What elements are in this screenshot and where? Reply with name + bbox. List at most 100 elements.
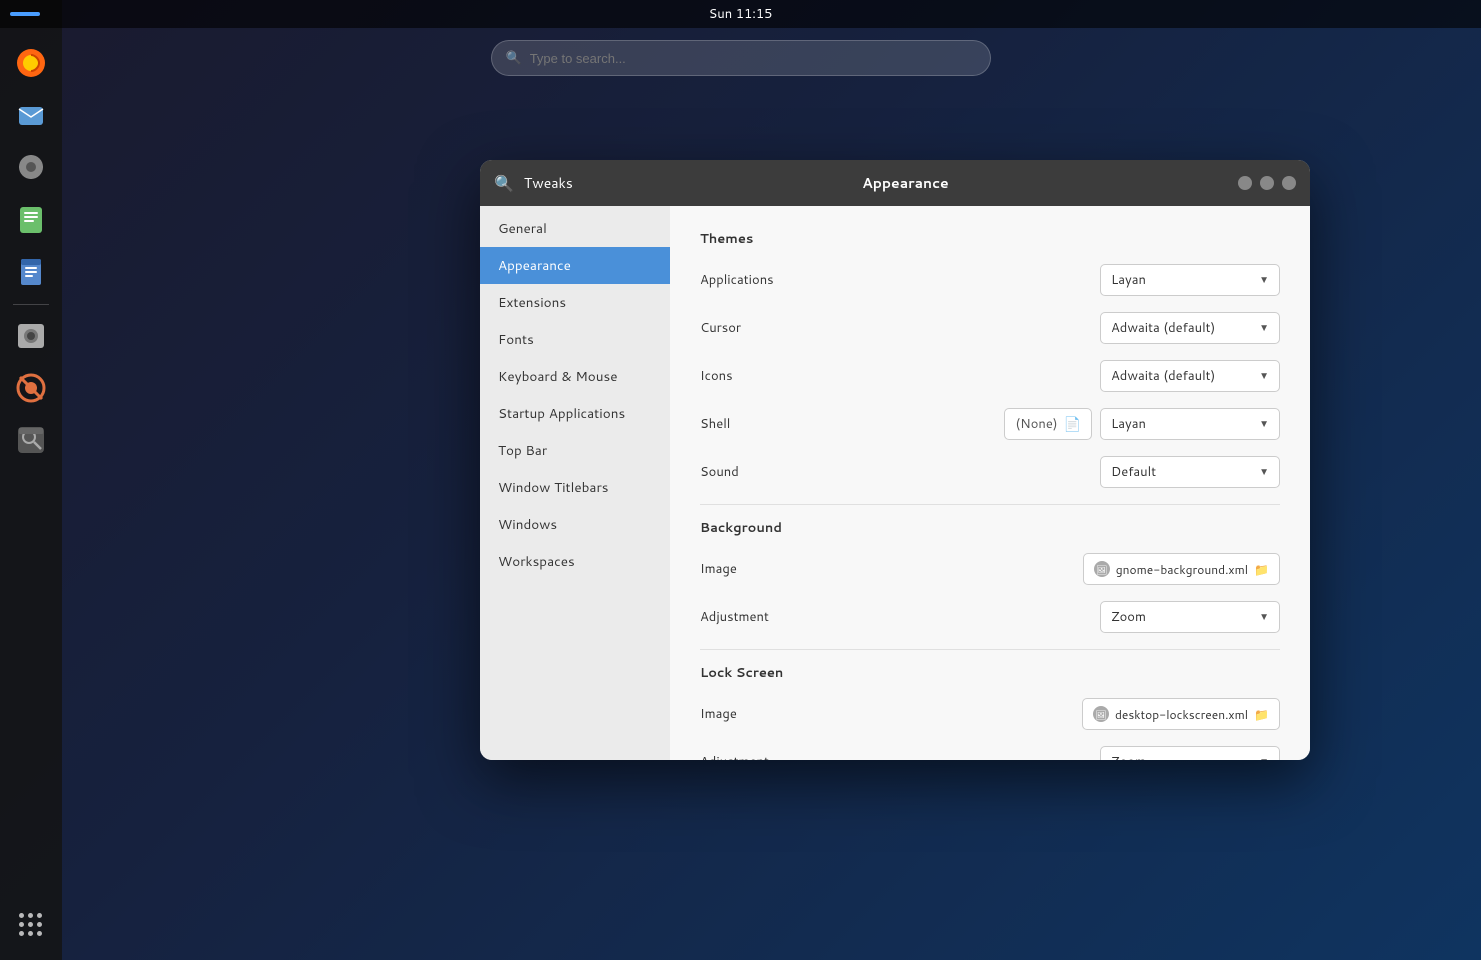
sound-dropdown-value: Default xyxy=(1111,463,1255,481)
ls-image-filename: desktop-lockscreen.xml xyxy=(1115,706,1248,723)
window-section-title: Appearance xyxy=(573,173,1238,193)
ls-image-folder-icon: 📁 xyxy=(1254,706,1269,723)
search-icon: 🔍 xyxy=(506,49,522,67)
sidebar-item-window-titlebars[interactable]: Window Titlebars xyxy=(480,469,670,506)
tweaks-window: 🔍 Tweaks Appearance General Appearance E… xyxy=(480,160,1310,760)
shell-none-text: (None) xyxy=(1015,415,1057,433)
main-content: Themes Applications Layan ▼ Cursor xyxy=(670,206,1310,760)
taskbar-firefox[interactable] xyxy=(8,40,54,86)
dot xyxy=(37,913,42,918)
top-bar: Sun 11:15 xyxy=(0,0,1481,28)
taskbar-files[interactable] xyxy=(8,248,54,294)
taskbar-notes[interactable] xyxy=(8,196,54,242)
ls-image-control: 🖼 desktop-lockscreen.xml 📁 xyxy=(1060,698,1280,730)
dots-grid xyxy=(19,913,43,937)
minimize-button[interactable] xyxy=(1238,176,1252,190)
bg-image-control: 🖼 gnome-background.xml 📁 xyxy=(1060,553,1280,585)
clock: Sun 11:15 xyxy=(709,5,773,23)
taskbar-camera[interactable] xyxy=(8,313,54,359)
taskbar-magnifier[interactable] xyxy=(8,417,54,463)
bg-image-icon: 🖼 xyxy=(1094,561,1110,577)
divider-1 xyxy=(700,504,1280,505)
title-bar-left: 🔍 Tweaks xyxy=(494,172,573,195)
shell-dropdown-arrow: ▼ xyxy=(1259,417,1269,431)
shell-row: Shell (None) 📄 Layan ▼ xyxy=(700,406,1280,442)
cursor-dropdown-arrow: ▼ xyxy=(1259,321,1269,335)
search-input[interactable] xyxy=(530,51,976,66)
taskbar-settings[interactable] xyxy=(8,144,54,190)
search-bar[interactable]: 🔍 xyxy=(491,40,991,76)
cursor-row: Cursor Adwaita (default) ▼ xyxy=(700,310,1280,346)
sound-dropdown-arrow: ▼ xyxy=(1259,465,1269,479)
ls-image-row: Image 🖼 desktop-lockscreen.xml 📁 xyxy=(700,696,1280,732)
top-bar-indicator xyxy=(10,12,40,16)
dot xyxy=(37,922,42,927)
applications-dropdown-arrow: ▼ xyxy=(1259,273,1269,287)
sidebar-item-startup-applications[interactable]: Startup Applications xyxy=(480,395,670,432)
sidebar-item-windows[interactable]: Windows xyxy=(480,506,670,543)
title-search-icon[interactable]: 🔍 xyxy=(494,172,514,195)
ls-image-value[interactable]: 🖼 desktop-lockscreen.xml 📁 xyxy=(1082,698,1280,730)
icons-dropdown-arrow: ▼ xyxy=(1259,369,1269,383)
shell-dropdown[interactable]: Layan ▼ xyxy=(1100,408,1280,440)
shell-none-badge: (None) 📄 xyxy=(1004,408,1092,440)
app-grid-button[interactable] xyxy=(8,902,54,948)
dot xyxy=(28,922,33,927)
applications-dropdown-value: Layan xyxy=(1111,271,1255,289)
bg-adjustment-dropdown[interactable]: Zoom ▼ xyxy=(1100,601,1280,633)
bg-image-label: Image xyxy=(700,560,1060,578)
sidebar-item-extensions[interactable]: Extensions xyxy=(480,284,670,321)
applications-dropdown[interactable]: Layan ▼ xyxy=(1100,264,1280,296)
divider-2 xyxy=(700,649,1280,650)
icons-dropdown-value: Adwaita (default) xyxy=(1111,367,1255,385)
cursor-control: Adwaita (default) ▼ xyxy=(1060,312,1280,344)
close-button[interactable] xyxy=(1282,176,1296,190)
bg-adjustment-arrow: ▼ xyxy=(1259,610,1269,624)
cursor-dropdown[interactable]: Adwaita (default) ▼ xyxy=(1100,312,1280,344)
taskbar-mail[interactable] xyxy=(8,92,54,138)
ls-adjustment-label: Adjustment xyxy=(700,753,1060,760)
window-title-label: Tweaks xyxy=(524,173,573,193)
dot xyxy=(19,931,24,936)
sidebar-item-workspaces[interactable]: Workspaces xyxy=(480,543,670,580)
taskbar xyxy=(0,0,62,960)
sidebar-item-fonts[interactable]: Fonts xyxy=(480,321,670,358)
bg-adjustment-value: Zoom xyxy=(1111,608,1255,626)
sidebar-item-appearance[interactable]: Appearance xyxy=(480,247,670,284)
search-bar-container: 🔍 xyxy=(491,40,991,76)
sidebar-item-general[interactable]: General xyxy=(480,210,670,247)
title-bar: 🔍 Tweaks Appearance xyxy=(480,160,1310,206)
taskbar-bottom xyxy=(8,902,54,960)
lockscreen-section-title: Lock Screen xyxy=(700,664,1280,682)
taskbar-help[interactable] xyxy=(8,365,54,411)
desktop: Sun 11:15 🔍 xyxy=(0,0,1481,960)
bg-adjustment-control: Zoom ▼ xyxy=(1060,601,1280,633)
ls-adjustment-arrow: ▼ xyxy=(1259,755,1269,760)
window-body: General Appearance Extensions Fonts Keyb… xyxy=(480,206,1310,760)
bg-adjustment-label: Adjustment xyxy=(700,608,1060,626)
maximize-button[interactable] xyxy=(1260,176,1274,190)
sidebar: General Appearance Extensions Fonts Keyb… xyxy=(480,206,670,760)
bg-image-row: Image 🖼 gnome-background.xml 📁 xyxy=(700,551,1280,587)
icons-label: Icons xyxy=(700,367,1060,385)
cursor-dropdown-value: Adwaita (default) xyxy=(1111,319,1255,337)
ls-adjustment-dropdown[interactable]: Zoom ▼ xyxy=(1100,746,1280,760)
sidebar-item-keyboard-mouse[interactable]: Keyboard & Mouse xyxy=(480,358,670,395)
ls-adjustment-row: Adjustment Zoom ▼ xyxy=(700,744,1280,760)
bg-image-value[interactable]: 🖼 gnome-background.xml 📁 xyxy=(1083,553,1280,585)
ls-adjustment-control: Zoom ▼ xyxy=(1060,746,1280,760)
icons-dropdown[interactable]: Adwaita (default) ▼ xyxy=(1100,360,1280,392)
window-controls xyxy=(1238,176,1296,190)
dot xyxy=(19,922,24,927)
shell-extra: (None) 📄 Layan ▼ xyxy=(1004,408,1280,440)
bg-image-folder-icon: 📁 xyxy=(1254,561,1269,578)
themes-section-title: Themes xyxy=(700,230,1280,248)
ls-adjustment-value: Zoom xyxy=(1111,753,1255,760)
sound-label: Sound xyxy=(700,463,1060,481)
sidebar-item-top-bar[interactable]: Top Bar xyxy=(480,432,670,469)
applications-control: Layan ▼ xyxy=(1060,264,1280,296)
dot xyxy=(28,931,33,936)
dot xyxy=(19,913,24,918)
shell-dropdown-value: Layan xyxy=(1111,415,1255,433)
sound-dropdown[interactable]: Default ▼ xyxy=(1100,456,1280,488)
